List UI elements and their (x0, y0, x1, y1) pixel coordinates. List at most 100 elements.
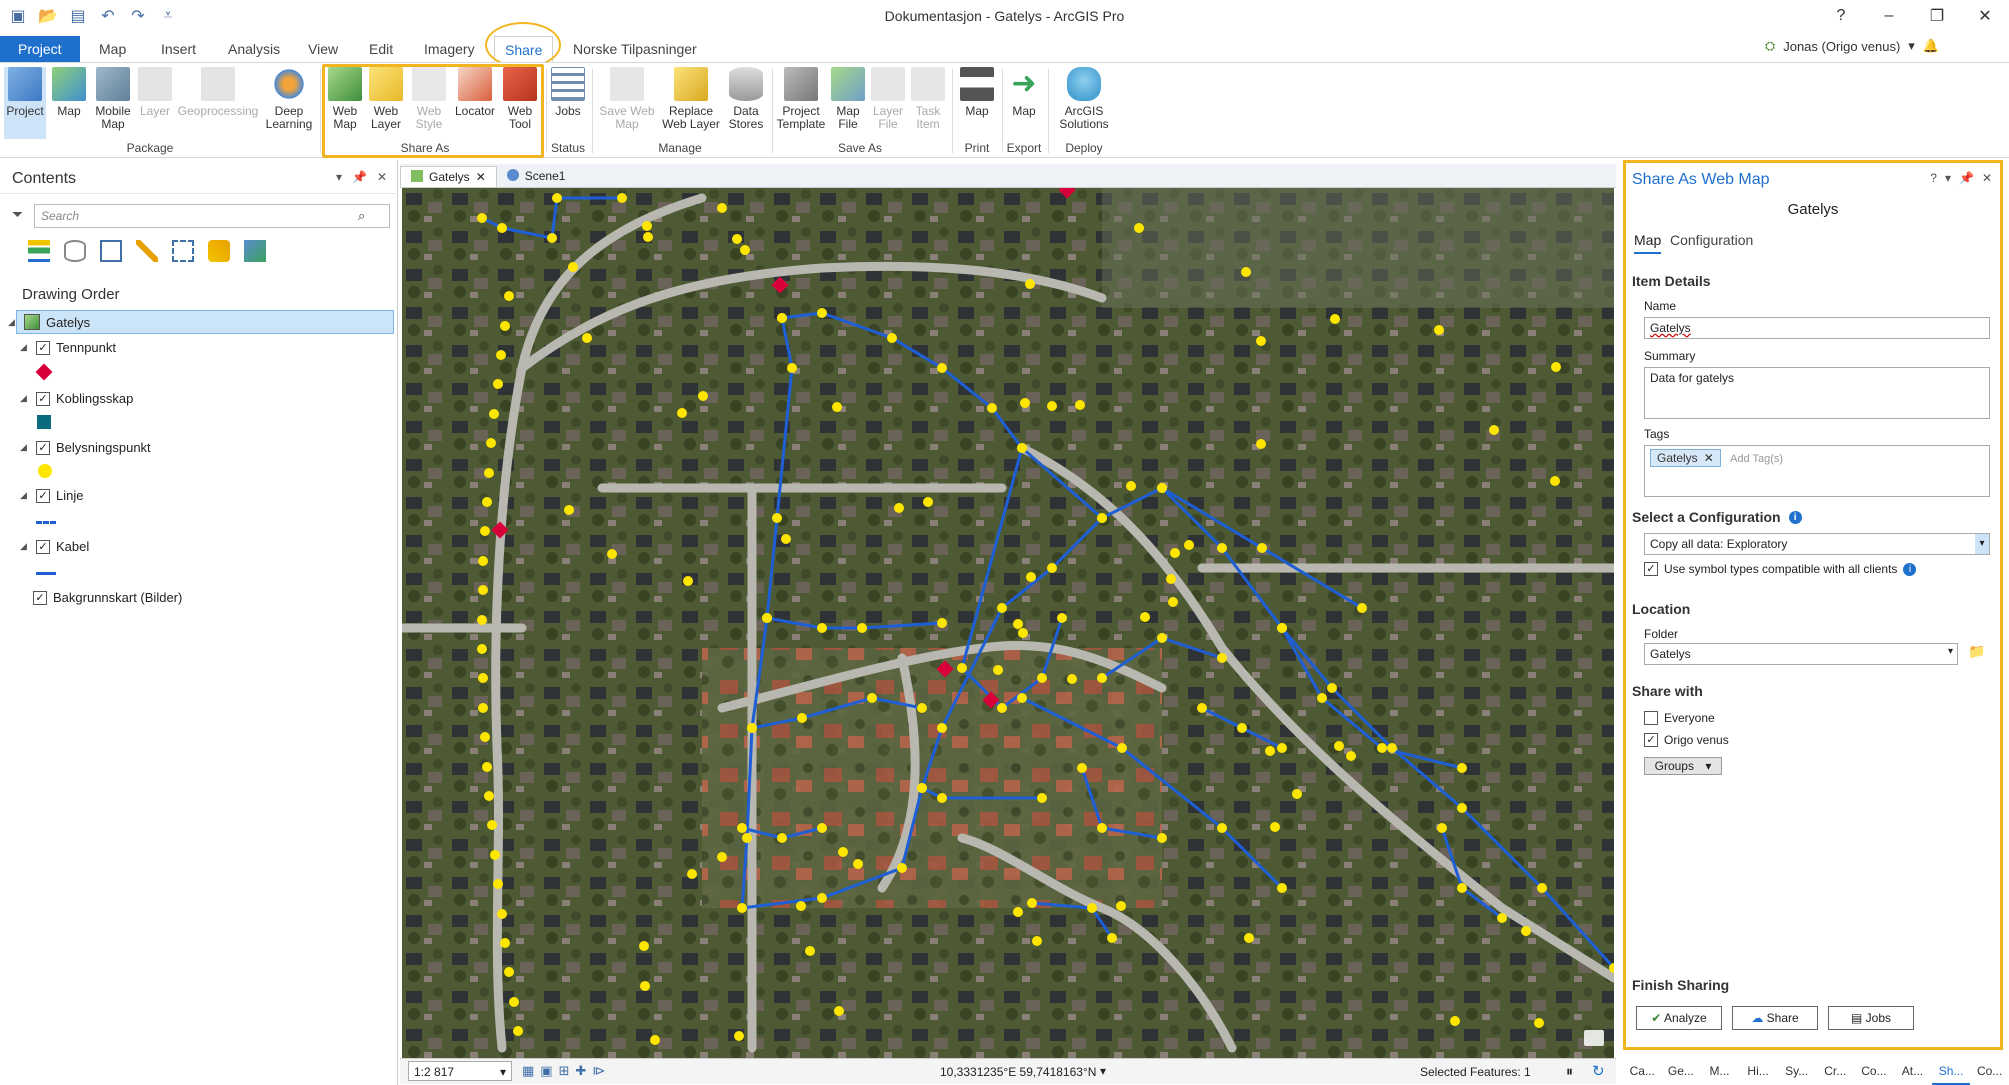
street-light-point[interactable] (487, 820, 497, 830)
add-tag-placeholder[interactable]: Add Tag(s) (1730, 453, 1783, 465)
restore-button[interactable]: ❐ (1913, 0, 1961, 32)
map-item[interactable]: ◢ Gatelys (8, 314, 90, 330)
layer-kabel[interactable]: ◢ ✓ Kabel (20, 539, 89, 554)
street-light-point[interactable] (643, 232, 653, 242)
everyone-checkbox[interactable] (1644, 711, 1658, 725)
street-light-point[interactable] (787, 363, 797, 373)
tab-modify[interactable]: M... (1700, 1058, 1739, 1085)
collapse-icon[interactable]: ◢ (20, 541, 30, 552)
street-light-point[interactable] (742, 833, 752, 843)
tab-insert[interactable]: Insert (151, 36, 206, 62)
search-icon[interactable]: ⌕ (358, 208, 365, 224)
pin-icon[interactable]: 📌 (1959, 171, 1974, 185)
tab-attributes[interactable]: At... (1893, 1058, 1932, 1085)
status-jobs-button[interactable]: Jobs (550, 67, 586, 118)
street-light-point[interactable] (1489, 425, 1499, 435)
street-light-point[interactable] (857, 623, 867, 633)
street-light-point[interactable] (1017, 443, 1027, 453)
tab-analysis[interactable]: Analysis (218, 36, 290, 62)
street-light-point[interactable] (1270, 822, 1280, 832)
street-light-point[interactable] (1020, 398, 1030, 408)
share-everyone-option[interactable]: Everyone (1644, 711, 1715, 725)
street-light-point[interactable] (1027, 898, 1037, 908)
data-stores-button[interactable]: Data Stores (726, 67, 766, 131)
street-light-point[interactable] (777, 313, 787, 323)
street-light-point[interactable] (486, 438, 496, 448)
configuration-select[interactable]: Copy all data: Exploratory ▾ (1644, 533, 1990, 555)
street-light-point[interactable] (1217, 653, 1227, 663)
layer-koblingsskap[interactable]: ◢ ✓ Koblingsskap (20, 391, 133, 406)
street-light-point[interactable] (478, 585, 488, 595)
street-light-point[interactable] (1551, 362, 1561, 372)
close-icon[interactable]: ✕ (377, 170, 387, 184)
help-button[interactable]: ? (1817, 0, 1865, 32)
tab-map-config[interactable]: Map (1634, 232, 1662, 254)
street-light-point[interactable] (1244, 933, 1254, 943)
street-light-point[interactable] (677, 408, 687, 418)
street-light-point[interactable] (1327, 683, 1337, 693)
replace-web-layer-button[interactable]: Replace Web Layer (660, 67, 722, 131)
street-light-point[interactable] (993, 665, 1003, 675)
tab-project[interactable]: Project (0, 36, 80, 62)
street-light-point[interactable] (477, 213, 487, 223)
street-light-point[interactable] (1346, 751, 1356, 761)
street-light-point[interactable] (734, 1031, 744, 1041)
street-light-point[interactable] (832, 402, 842, 412)
labeling-icon[interactable] (208, 240, 230, 262)
street-light-point[interactable] (1166, 574, 1176, 584)
street-light-point[interactable] (1217, 823, 1227, 833)
tab-symbology[interactable]: Sy... (1777, 1058, 1816, 1085)
street-light-point[interactable] (687, 869, 697, 879)
pause-icon[interactable]: ⏸ (1566, 1063, 1573, 1080)
street-light-point[interactable] (1157, 483, 1167, 493)
tag-chip[interactable]: Gatelys ✕ (1650, 449, 1721, 467)
street-light-point[interactable] (737, 903, 747, 913)
tab-map[interactable]: Map (89, 36, 136, 62)
street-light-point[interactable] (1117, 743, 1127, 753)
tab-imagery[interactable]: Imagery (414, 36, 485, 62)
street-light-point[interactable] (478, 556, 488, 566)
street-light-point[interactable] (1197, 703, 1207, 713)
layer-visibility-checkbox[interactable]: ✓ (36, 539, 50, 554)
street-light-point[interactable] (564, 505, 574, 515)
street-light-point[interactable] (1450, 1016, 1460, 1026)
street-light-point[interactable] (1330, 314, 1340, 324)
close-icon[interactable]: ✕ (476, 170, 486, 184)
street-light-point[interactable] (817, 308, 827, 318)
tab-edit[interactable]: Edit (359, 36, 403, 62)
street-light-point[interactable] (887, 333, 897, 343)
street-light-point[interactable] (717, 203, 727, 213)
street-light-point[interactable] (1357, 603, 1367, 613)
share-org-option[interactable]: ✓ Origo venus (1644, 733, 1729, 747)
map-file-button[interactable]: Map File (830, 67, 866, 131)
package-layer-button[interactable]: Layer (138, 67, 172, 118)
street-light-point[interactable] (781, 534, 791, 544)
street-light-point[interactable] (478, 673, 488, 683)
street-light-point[interactable] (737, 823, 747, 833)
street-light-point[interactable] (1256, 439, 1266, 449)
chevron-down-icon[interactable]: ▾ (336, 170, 342, 184)
street-light-point[interactable] (683, 576, 693, 586)
street-light-point[interactable] (1037, 673, 1047, 683)
street-light-point[interactable] (1097, 513, 1107, 523)
package-map-button[interactable]: Map (50, 67, 88, 118)
street-light-point[interactable] (897, 863, 907, 873)
collapse-icon[interactable]: ◢ (20, 442, 30, 453)
street-light-point[interactable] (493, 379, 503, 389)
tab-contents[interactable]: Co... (1855, 1058, 1894, 1085)
street-light-point[interactable] (1025, 279, 1035, 289)
layer-visibility-checkbox[interactable]: ✓ (36, 391, 50, 406)
street-light-point[interactable] (997, 603, 1007, 613)
street-light-point[interactable] (1087, 903, 1097, 913)
close-button[interactable]: ✕ (1961, 0, 2009, 32)
street-light-point[interactable] (500, 938, 510, 948)
street-light-point[interactable] (640, 981, 650, 991)
street-light-point[interactable] (797, 713, 807, 723)
street-light-point[interactable] (1157, 633, 1167, 643)
street-light-point[interactable] (1534, 1018, 1544, 1028)
street-light-point[interactable] (496, 350, 506, 360)
street-light-point[interactable] (1497, 913, 1507, 923)
street-light-point[interactable] (1257, 543, 1267, 553)
street-light-point[interactable] (1134, 223, 1144, 233)
zoom-extent-icon[interactable]: ▣ (540, 1063, 552, 1079)
